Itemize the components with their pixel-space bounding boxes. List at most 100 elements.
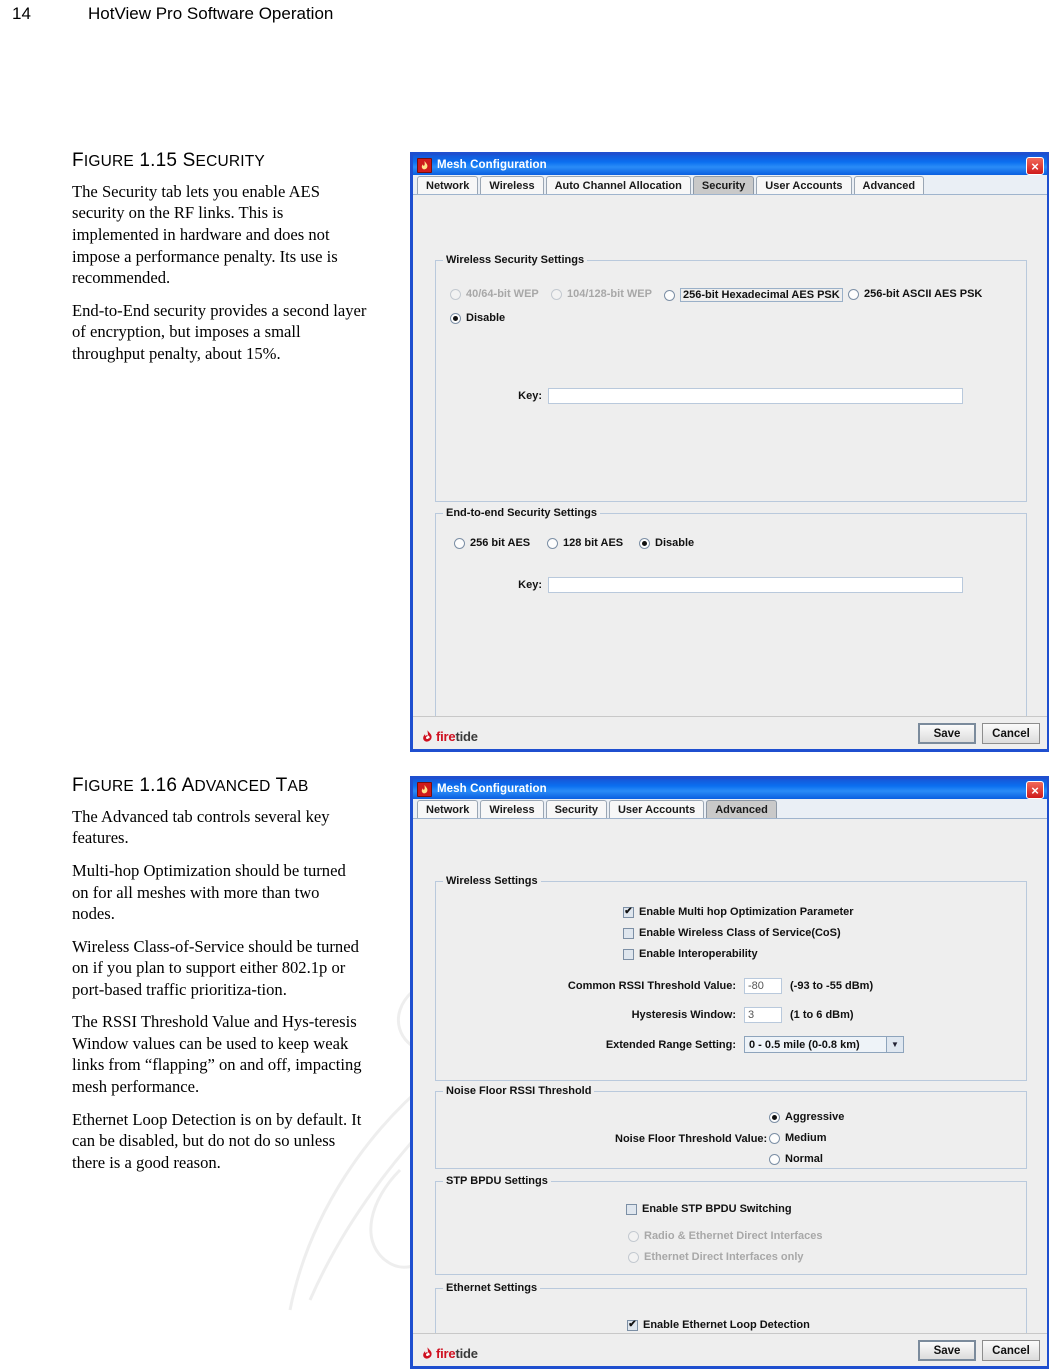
radio-icon — [450, 312, 461, 324]
radio-128-bit-aes[interactable]: 128 bit AES — [547, 537, 623, 549]
security-tab-content: Wireless Security Settings 40/64-bit WEP… — [413, 195, 1047, 736]
tab-user-accounts[interactable]: User Accounts — [756, 176, 852, 194]
chevron-down-icon[interactable]: ▼ — [886, 1037, 903, 1052]
mesh-configuration-security-dialog[interactable]: Mesh Configuration × Network Wireless Au… — [410, 152, 1049, 752]
wireless-security-settings-label: Wireless Security Settings — [443, 254, 588, 266]
end-to-end-key-input[interactable] — [548, 577, 963, 593]
checkbox-label: Enable Wireless Class of Service(CoS) — [639, 927, 841, 939]
radio-icon — [628, 1230, 639, 1242]
security-dialog-titlebar: Mesh Configuration × — [413, 155, 1047, 175]
firetide-logo-tide: tide — [455, 729, 478, 744]
radio-icon — [450, 288, 461, 300]
radio-icon — [547, 537, 558, 549]
end-to-end-key-row: Key: — [504, 577, 963, 593]
radio-radio-and-ethernet-direct-interfaces[interactable]: Radio & Ethernet Direct Interfaces — [628, 1230, 823, 1242]
tab-user-accounts[interactable]: User Accounts — [608, 800, 705, 818]
radio-label: Disable — [466, 312, 506, 324]
firetide-logo: fire tide — [421, 1346, 478, 1361]
checkbox-label: Enable Interoperability — [639, 948, 758, 960]
tab-advanced[interactable]: Advanced — [706, 800, 777, 818]
figure-1-16-paragraph-3: Wireless Class-of-Service should be turn… — [72, 936, 359, 999]
radio-label: 128 bit AES — [563, 537, 624, 549]
figure-1-16-paragraph-1: The Advanced tab controls several key fe… — [72, 806, 330, 848]
security-dialog-title: Mesh Configuration — [437, 159, 547, 171]
radio-noise-floor-normal[interactable]: Normal — [769, 1153, 823, 1165]
tab-auto-channel-allocation[interactable]: Auto Channel Allocation — [545, 176, 691, 194]
advanced-dialog-title: Mesh Configuration — [437, 783, 547, 795]
close-icon[interactable]: × — [1026, 781, 1044, 799]
page-number: 14 — [12, 4, 32, 23]
checkbox-enable-ethernet-loop-detection[interactable]: ✔ Enable Ethernet Loop Detection — [627, 1319, 810, 1331]
checkbox-label: Enable Multi hop Optimization Parameter — [639, 906, 854, 918]
checkbox-icon: ✔ — [627, 1319, 638, 1331]
firetide-logo-fire: fire — [436, 729, 456, 744]
wireless-security-settings-group: Wireless Security Settings 40/64-bit WEP… — [435, 254, 1027, 502]
running-title: HotView Pro Software Operation — [88, 4, 334, 23]
radio-noise-floor-aggressive[interactable]: Aggressive — [769, 1111, 844, 1123]
checkbox-enable-multi-hop-optimization[interactable]: ✔ Enable Multi hop Optimization Paramete… — [623, 906, 854, 918]
radio-label: Normal — [785, 1153, 823, 1165]
hysteresis-window-input[interactable]: 3 — [744, 1007, 782, 1023]
radio-label: 104/128-bit WEP — [567, 288, 652, 300]
firetide-flame-icon — [423, 730, 432, 742]
radio-ethernet-direct-interfaces-only[interactable]: Ethernet Direct Interfaces only — [628, 1251, 804, 1263]
field-common-rssi-threshold: Common RSSI Threshold Value: -80 (-93 to… — [514, 978, 873, 994]
hysteresis-window-label: Hysteresis Window: — [631, 1009, 736, 1021]
save-button[interactable]: Save — [918, 1340, 976, 1361]
hysteresis-window-hint: (1 to 6 dBm) — [790, 1009, 854, 1021]
noise-floor-rssi-threshold-label: Noise Floor RSSI Threshold — [443, 1085, 595, 1097]
radio-noise-floor-medium[interactable]: Medium — [769, 1132, 827, 1144]
wireless-key-label: Key: — [518, 390, 542, 402]
radio-256-bit-aes[interactable]: 256 bit AES — [454, 537, 530, 549]
radio-icon — [769, 1153, 780, 1165]
checkbox-enable-interoperability[interactable]: Enable Interoperability — [623, 948, 758, 960]
extended-range-setting-select[interactable]: 0 - 0.5 mile (0-0.8 km) ▼ — [744, 1036, 904, 1053]
tab-wireless[interactable]: Wireless — [480, 800, 544, 818]
figure-1-16-heading: FIGURE 1.16 ADVANCED TAB — [72, 775, 374, 797]
radio-104-128-bit-wep[interactable]: 104/128-bit WEP — [551, 288, 652, 300]
close-icon[interactable]: × — [1026, 157, 1044, 175]
tab-security[interactable]: Security — [692, 176, 755, 194]
checkbox-enable-stp-bpdu-switching[interactable]: Enable STP BPDU Switching — [626, 1203, 792, 1215]
field-hysteresis-window: Hysteresis Window: 3 (1 to 6 dBm) — [514, 1007, 854, 1023]
mesh-configuration-advanced-dialog[interactable]: Mesh Configuration × Network Wireless Se… — [410, 776, 1049, 1369]
ethernet-settings-label: Ethernet Settings — [443, 1282, 541, 1294]
field-extended-range-setting: Extended Range Setting: 0 - 0.5 mile (0-… — [514, 1036, 904, 1053]
advanced-dialog-buttons: Save Cancel — [918, 1340, 1040, 1361]
wireless-key-input[interactable] — [548, 388, 963, 404]
common-rssi-threshold-input[interactable]: -80 — [744, 978, 782, 994]
tab-wireless[interactable]: Wireless — [480, 176, 544, 194]
radio-icon — [848, 288, 859, 300]
radio-label: 256 bit AES — [470, 537, 531, 549]
cancel-button[interactable]: Cancel — [982, 723, 1040, 744]
checkbox-enable-wireless-cos[interactable]: Enable Wireless Class of Service(CoS) — [623, 927, 841, 939]
radio-icon — [639, 537, 650, 549]
radio-label: Radio & Ethernet Direct Interfaces — [644, 1230, 823, 1242]
radio-40-64-bit-wep[interactable]: 40/64-bit WEP — [450, 288, 539, 300]
tab-network[interactable]: Network — [417, 800, 479, 818]
advanced-dialog-titlebar: Mesh Configuration × — [413, 779, 1047, 799]
tab-security[interactable]: Security — [545, 800, 607, 818]
extended-range-setting-label: Extended Range Setting: — [605, 1038, 736, 1051]
radio-256-bit-hexadecimal-aes-psk[interactable]: 256-bit Hexadecimal AES PSK — [664, 288, 843, 302]
figure-1-16-paragraph-5: Ethernet Loop Detection is on by default… — [72, 1109, 362, 1172]
save-button[interactable]: Save — [918, 723, 976, 744]
firetide-logo-tide: tide — [455, 1346, 478, 1361]
advanced-dialog-footer: fire tide Save Cancel — [413, 1333, 1047, 1366]
radio-label: 256-bit Hexadecimal AES PSK — [680, 288, 843, 302]
radio-wireless-security-disable[interactable]: Disable — [450, 312, 505, 324]
radio-end-to-end-disable[interactable]: Disable — [639, 537, 694, 549]
cancel-button[interactable]: Cancel — [982, 1340, 1040, 1361]
end-to-end-security-settings-group: End-to-end Security Settings 256 bit AES… — [435, 507, 1027, 725]
radio-label: Aggressive — [785, 1111, 845, 1123]
figure-1-16-paragraph-2: Multi-hop Optimization should be turned … — [72, 860, 346, 924]
radio-icon — [454, 537, 465, 549]
security-dialog-buttons: Save Cancel — [918, 723, 1040, 744]
tab-network[interactable]: Network — [417, 176, 479, 194]
noise-floor-rssi-threshold-group: Noise Floor RSSI Threshold Noise Floor T… — [435, 1085, 1027, 1169]
radio-256-bit-ascii-aes-psk[interactable]: 256-bit ASCII AES PSK — [848, 288, 982, 300]
firetide-logo: fire tide — [421, 729, 478, 744]
radio-icon — [628, 1251, 639, 1263]
end-to-end-security-settings-label: End-to-end Security Settings — [443, 507, 600, 519]
tab-advanced[interactable]: Advanced — [853, 176, 925, 194]
